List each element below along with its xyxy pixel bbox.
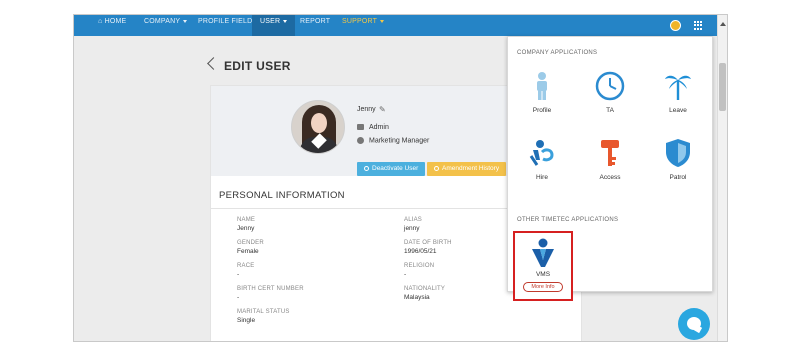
app-label-access: Access: [599, 174, 621, 181]
app-tile-ta[interactable]: TA: [580, 71, 640, 131]
edit-pencil-icon[interactable]: ✎: [379, 105, 386, 114]
field-value-marital-status: Single: [237, 317, 256, 324]
page-title: EDIT USER: [224, 59, 291, 73]
app-label-leave: Leave: [669, 107, 687, 114]
field-label-dob: DATE OF BIRTH: [404, 240, 452, 246]
apps-dropdown-panel: COMPANY APPLICATIONS Profile TA Leave Hi…: [507, 36, 713, 301]
scrollbar-thumb[interactable]: [719, 63, 726, 111]
amendment-history-label: Amendment History: [442, 165, 500, 172]
nav-company[interactable]: COMPANY: [144, 18, 188, 25]
deactivate-user-button[interactable]: Deactivate User: [357, 162, 426, 176]
nav-profile-field[interactable]: PROFILE FIELD: [198, 18, 252, 25]
field-value-alias: jenny: [404, 225, 420, 232]
id-card-icon: [357, 124, 364, 131]
nav-home[interactable]: ⌂ HOME: [98, 18, 126, 25]
back-chevron-icon[interactable]: [207, 57, 220, 70]
app-grid-icon[interactable]: [694, 21, 703, 30]
field-label-religion: RELIGION: [404, 263, 435, 269]
profile-name: Jenny: [357, 106, 376, 113]
shield-icon: [666, 139, 690, 167]
chevron-down-icon: [380, 19, 385, 23]
field-label-gender: GENDER: [237, 240, 264, 246]
nav-report[interactable]: REPORT: [300, 18, 330, 25]
field-label-alias: ALIAS: [404, 217, 423, 223]
app-tile-access[interactable]: Access: [580, 138, 640, 198]
app-label-vms: VMS: [535, 271, 551, 278]
clock-icon: [595, 71, 625, 101]
deactivate-icon: [364, 165, 369, 171]
deactivate-user-label: Deactivate User: [372, 165, 419, 172]
app-tile-leave[interactable]: Leave: [648, 71, 708, 131]
avatar: [291, 100, 345, 154]
field-label-marital-status: MARITAL STATUS: [237, 309, 290, 315]
history-icon: [434, 165, 439, 171]
vms-icon: [532, 238, 554, 267]
profile-role: Admin: [369, 124, 389, 131]
app-label-profile: Profile: [532, 107, 552, 114]
nav-user-label: USER: [260, 18, 281, 25]
scroll-up-icon[interactable]: [720, 22, 726, 26]
palm-tree-icon: [665, 75, 691, 100]
nav-user[interactable]: USER: [252, 15, 296, 36]
user-circle-icon: [357, 137, 364, 144]
more-info-button[interactable]: More Info: [523, 282, 563, 292]
profile-position-row: Marketing Manager: [357, 137, 429, 144]
nav-home-label: HOME: [104, 18, 127, 25]
field-label-nationality: NATIONALITY: [404, 286, 446, 292]
notification-icon[interactable]: [670, 20, 681, 31]
chevron-down-icon: [183, 19, 188, 23]
person-icon: [537, 72, 547, 100]
key-icon: [601, 140, 619, 166]
app-tile-patrol[interactable]: Patrol: [648, 138, 708, 198]
field-value-birth-cert: -: [237, 294, 240, 301]
field-label-race: RACE: [237, 263, 255, 269]
app-label-patrol: Patrol: [669, 174, 687, 181]
field-value-race: -: [237, 271, 240, 278]
app-tile-hire[interactable]: Hire: [512, 138, 572, 198]
field-value-dob: 1996/05/21: [404, 248, 437, 255]
profile-role-row: Admin: [357, 124, 389, 131]
profile-position: Marketing Manager: [369, 137, 430, 145]
top-navbar: ⌂ HOME COMPANY PROFILE FIELD USER REPORT…: [74, 15, 727, 36]
chevron-down-icon: [283, 19, 288, 23]
section-title: PERSONAL INFORMATION: [219, 190, 345, 201]
chat-bubble-icon[interactable]: [678, 308, 710, 340]
field-label-birth-cert: BIRTH CERT NUMBER: [237, 286, 304, 292]
nav-company-label: COMPANY: [144, 18, 181, 25]
nav-support[interactable]: SUPPORT: [342, 18, 385, 25]
company-apps-heading: COMPANY APPLICATIONS: [517, 50, 598, 56]
app-tile-profile[interactable]: Profile: [512, 71, 572, 131]
app-label-ta: TA: [606, 107, 614, 114]
browser-viewport: ⌂ HOME COMPANY PROFILE FIELD USER REPORT…: [73, 14, 728, 342]
nav-support-label: SUPPORT: [342, 18, 378, 25]
field-value-gender: Female: [237, 248, 259, 255]
field-value-name: Jenny: [237, 225, 255, 232]
app-label-hire: Hire: [536, 174, 548, 181]
amendment-history-button[interactable]: Amendment History: [427, 162, 507, 176]
field-value-religion: -: [404, 271, 407, 278]
field-value-nationality: Malaysia: [404, 294, 430, 301]
other-apps-heading: OTHER TIMETEC APPLICATIONS: [517, 217, 619, 223]
field-label-name: NAME: [237, 217, 256, 223]
scrollbar[interactable]: [717, 15, 727, 341]
app-tile-vms[interactable]: VMS More Info: [513, 231, 573, 301]
hire-icon: [529, 140, 554, 166]
